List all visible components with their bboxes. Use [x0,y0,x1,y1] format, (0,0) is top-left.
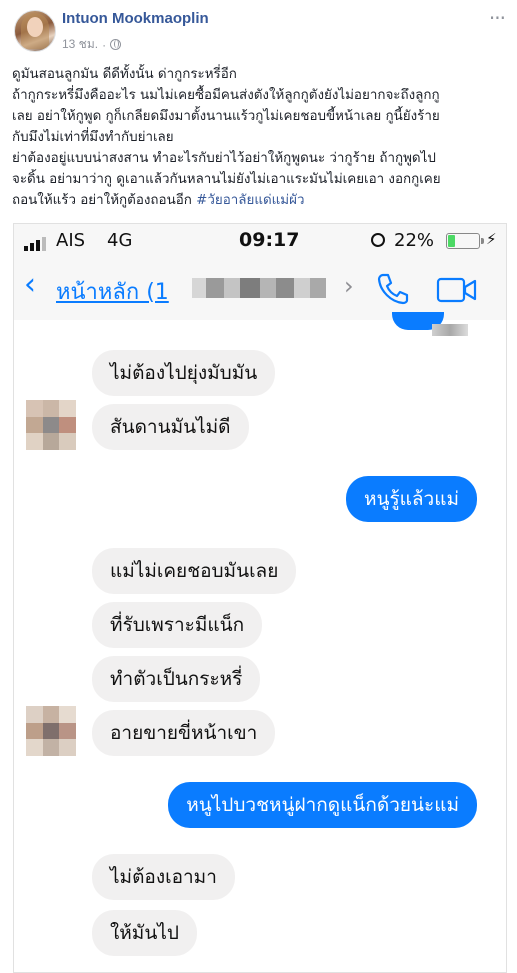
blurred-read-receipt [432,324,468,336]
post-line: ย่าต้องอยู่แบบน่าสงสาน ทำอะไรกับย่าไว้อย… [12,151,436,166]
message-bubble-received[interactable]: แม่ไม่เคยชอบมันเลย [92,548,297,594]
message-bubble-sent[interactable]: หนูไปบวชหนู่ฝากดูแน็กด้วยน่ะแม่ [168,782,477,828]
back-button[interactable]: หน้าหลัก (1 [56,274,169,309]
post-line-last: ถอนให้แร้ว อย่าให้กูต้องถอนอีก #วัยอาลัย… [12,190,506,211]
status-time: 09:17 [239,229,300,251]
phone-status-bar: AIS 4G 09:17 22% ⚡ [14,224,506,258]
message-bubble-received[interactable]: สันดานมันไม่ดี [92,404,249,450]
message-bubble-sent[interactable]: หนูรู้แล้วแม่ [345,476,477,522]
post-body: ดูมันสอนลูกมัน ดีดีทั้งนั้น ด่ากูกระหรี่… [12,64,506,211]
post-line: กับมึงไม่เท่าที่มึงทำกับย่าเลย [12,130,174,145]
message-thread[interactable]: ไม่ต้องไปยุ่งมับมัน สันดานมันไม่ดี หนูรู… [14,312,506,972]
chat-screenshot[interactable]: AIS 4G 09:17 22% ⚡ ‹ หน้าหลัก (1 › ไม่ต้… [13,223,507,973]
hashtag-link[interactable]: #วัยอาลัยแด่แม่ผัว [196,193,304,208]
post-time[interactable]: 13 ชม. [62,35,98,54]
message-bubble-received[interactable]: ไม่ต้องเอามา [92,854,235,900]
post-line: เลย อย่าให้กูพูด กูก็เกลียดมึงมาตั้งนานแ… [12,109,440,124]
message-bubble-received[interactable]: ให้มันไป [92,910,197,956]
phone-icon[interactable] [376,272,410,306]
post-meta: 13 ชม. · [62,35,122,54]
post-line: ถ้ากูกระหรี่มึงคืออะไร นมไม่เคยซื้อมีคนส… [12,88,440,103]
message-bubble-received[interactable]: ทำตัวเป็นกระหรี่ [92,656,261,702]
charging-bolt-icon: ⚡ [486,230,497,248]
battery-icon [446,233,484,249]
blurred-contact-name[interactable] [192,278,342,298]
back-chevron-icon[interactable]: ‹ [24,270,36,300]
video-camera-icon[interactable] [436,276,478,304]
post-line: จะดิ้น อย่ามาว่ากู ดูเอาแล้วกันหลานไม่ยั… [12,172,441,187]
post-header: Intuon Mookmaoplin 13 ชม. · ··· [0,0,517,60]
more-options-icon[interactable]: ··· [489,6,506,30]
message-bubble-received[interactable]: ไม่ต้องไปยุ่งมับมัน [92,350,276,396]
contact-avatar[interactable] [26,400,76,450]
carrier-name: AIS [56,230,86,251]
signal-icon [24,237,46,251]
post-line: ดูมันสอนลูกมัน ดีดีทั้งนั้น ด่ากูกระหรี่… [12,67,237,82]
contact-avatar[interactable] [26,706,76,756]
battery-percent: 22% [394,230,435,251]
network-type: 4G [107,230,133,251]
message-bubble-received[interactable]: ที่รับเพราะมีแน็ก [92,602,263,648]
globe-icon [110,39,122,50]
rotation-lock-icon [371,233,385,247]
meta-separator: · [102,37,107,52]
post-line-text: ถอนให้แร้ว อย่าให้กูต้องถอนอีก [12,193,197,208]
author-avatar[interactable] [14,10,56,52]
message-bubble-received[interactable]: อายขายขี่หน้าเขา [92,710,276,756]
author-name[interactable]: Intuon Mookmaoplin [62,10,209,27]
chevron-right-icon[interactable]: › [344,272,354,300]
